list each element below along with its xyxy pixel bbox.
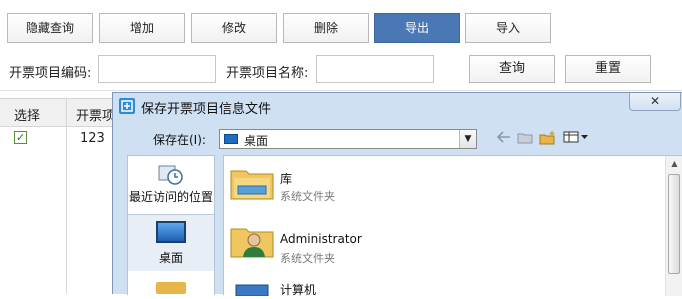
edit-button[interactable]: 修改 bbox=[191, 13, 277, 43]
user-folder-icon bbox=[230, 224, 274, 258]
close-button[interactable]: ✕ bbox=[629, 93, 681, 111]
scroll-up-icon[interactable]: ▲ bbox=[666, 156, 682, 172]
place-desktop-label: 桌面 bbox=[158, 251, 183, 265]
library-folder-icon bbox=[230, 166, 274, 200]
new-folder-icon[interactable] bbox=[539, 131, 557, 149]
item-code-label: 开票项目编码: bbox=[9, 66, 92, 81]
recent-places-icon bbox=[157, 164, 183, 186]
list-item[interactable]: 库 系统文件夹 bbox=[224, 162, 644, 218]
column-header-select: 选择 bbox=[14, 109, 41, 124]
item-name-label: 开票项目名称: bbox=[226, 66, 309, 81]
import-button[interactable]: 导入 bbox=[465, 13, 551, 43]
file-type: 系统文件夹 bbox=[280, 252, 335, 265]
delete-button[interactable]: 删除 bbox=[283, 13, 369, 43]
location-dropdown[interactable]: 桌面 ▼ bbox=[219, 129, 477, 149]
export-button[interactable]: 导出 bbox=[374, 13, 460, 43]
add-button[interactable]: 增加 bbox=[99, 13, 185, 43]
dialog-titlebar[interactable]: 保存开票项目信息文件 ✕ bbox=[113, 93, 682, 119]
chevron-down-icon[interactable]: ▼ bbox=[459, 130, 476, 148]
list-item[interactable]: 计算机 bbox=[224, 278, 644, 297]
back-arrow-icon[interactable] bbox=[496, 131, 511, 147]
place-desktop[interactable]: 桌面 bbox=[128, 214, 214, 271]
place-recent-label: 最近访问的位置 bbox=[128, 190, 213, 204]
desktop-icon bbox=[156, 221, 186, 243]
place-more[interactable] bbox=[128, 278, 214, 296]
item-name-input[interactable] bbox=[316, 55, 434, 83]
scrollbar-thumb[interactable] bbox=[668, 174, 680, 274]
query-button[interactable]: 查询 bbox=[469, 55, 555, 83]
file-type: 系统文件夹 bbox=[280, 190, 335, 203]
toolbar: 隐藏查询 增加 修改 删除 导出 导入 bbox=[0, 0, 682, 46]
divider bbox=[0, 90, 682, 91]
up-folder-icon[interactable] bbox=[517, 131, 533, 148]
file-name: 计算机 bbox=[280, 283, 317, 297]
save-file-dialog: 保存开票项目信息文件 ✕ 保存在(I): 桌面 ▼ 最近访问的位置 桌面 库 系… bbox=[112, 92, 682, 297]
file-name: 库 bbox=[280, 172, 293, 186]
column-header-code: 开票项 bbox=[76, 109, 116, 124]
view-menu-icon[interactable] bbox=[563, 131, 589, 147]
row-code-cell: 123 bbox=[80, 131, 105, 146]
toggle-query-button[interactable]: 隐藏查询 bbox=[7, 13, 93, 43]
file-list: 库 系统文件夹 Administrator 系统文件夹 计算机 ▲ bbox=[223, 155, 682, 297]
row-checkbox[interactable]: ✓ bbox=[14, 131, 27, 144]
dialog-title: 保存开票项目信息文件 bbox=[141, 102, 272, 117]
desktop-icon bbox=[224, 134, 238, 144]
location-value: 桌面 bbox=[244, 134, 269, 148]
search-panel: 开票项目编码: 开票项目名称: 查询 重置 bbox=[0, 48, 682, 91]
save-in-label: 保存在(I): bbox=[153, 133, 206, 147]
reset-button[interactable]: 重置 bbox=[565, 55, 651, 83]
app-icon bbox=[119, 98, 135, 114]
file-name: Administrator bbox=[280, 232, 362, 246]
close-icon: ✕ bbox=[649, 94, 661, 108]
item-code-input[interactable] bbox=[98, 55, 216, 83]
folder-icon bbox=[156, 282, 186, 294]
places-bar: 最近访问的位置 桌面 bbox=[127, 155, 215, 295]
scrollbar[interactable]: ▲ bbox=[665, 156, 682, 296]
list-item[interactable]: Administrator 系统文件夹 bbox=[224, 220, 644, 276]
place-recent[interactable]: 最近访问的位置 bbox=[128, 160, 214, 212]
